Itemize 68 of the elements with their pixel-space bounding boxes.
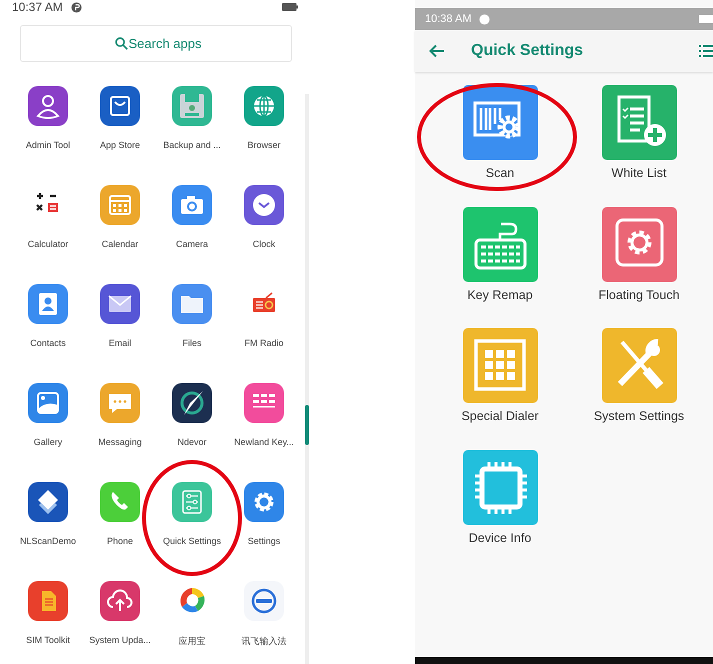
app-label[interactable]: Phone xyxy=(106,536,134,546)
phone-icon xyxy=(100,482,140,522)
clock-icon xyxy=(244,185,284,225)
ring-logo-icon xyxy=(244,581,284,621)
folder-icon xyxy=(172,284,212,324)
app-label[interactable]: Backup and ... xyxy=(163,140,221,150)
keyboard-icon xyxy=(462,206,538,282)
camera-icon xyxy=(172,185,212,225)
tile-label[interactable]: Key Remap xyxy=(467,288,533,302)
tile-label[interactable]: Special Dialer xyxy=(461,409,539,423)
app-label[interactable]: Browser xyxy=(247,140,280,150)
app-label[interactable]: Newland Key... xyxy=(234,437,294,447)
status-time: 10:37 AM xyxy=(12,0,63,14)
app-label[interactable]: Quick Settings xyxy=(162,536,222,546)
chip-icon xyxy=(462,450,538,524)
app-label[interactable]: 应用宝 xyxy=(178,635,206,648)
search-field[interactable]: Search apps xyxy=(20,25,292,62)
app-label[interactable]: Email xyxy=(108,338,132,348)
app-label[interactable]: Ndevor xyxy=(177,437,206,447)
compass-icon xyxy=(172,383,212,423)
chat-bubble-icon xyxy=(100,383,140,423)
gear-icon xyxy=(602,206,676,282)
contacts-icon xyxy=(28,284,68,324)
battery-icon xyxy=(699,15,713,23)
app-label[interactable]: Admin Tool xyxy=(26,140,70,150)
app-label[interactable]: FM Radio xyxy=(244,338,284,348)
globe-icon xyxy=(244,86,284,126)
status-circle-icon xyxy=(479,14,490,24)
search-icon xyxy=(115,37,128,50)
keyboard-icon xyxy=(244,383,284,423)
app-label[interactable]: Files xyxy=(182,338,202,348)
app-label[interactable]: SIM Toolkit xyxy=(26,635,70,645)
app-label[interactable]: Calendar xyxy=(102,239,138,249)
app-label[interactable]: Settings xyxy=(248,536,280,546)
barcode-gear-icon xyxy=(462,85,538,160)
app-label[interactable]: Calculator xyxy=(28,239,68,249)
tile-label[interactable]: White List xyxy=(612,166,666,180)
app-label[interactable]: System Upda... xyxy=(89,635,151,645)
tile-label[interactable]: Device Info xyxy=(468,530,532,544)
app-label[interactable]: Gallery xyxy=(34,437,62,447)
cloud-upload-icon xyxy=(100,581,140,621)
tile-label[interactable]: System Settings xyxy=(594,409,684,423)
checklist-icon xyxy=(602,85,676,160)
battery-icon xyxy=(282,3,298,11)
gear-icon xyxy=(244,482,284,522)
status-time: 10:38 AM xyxy=(425,13,472,25)
app-label[interactable]: NLScanDemo xyxy=(20,536,76,546)
keypad-icon xyxy=(462,328,538,403)
envelope-icon xyxy=(100,284,140,324)
app-label[interactable]: Messaging xyxy=(98,437,142,447)
scrollbar-thumb[interactable] xyxy=(305,405,309,445)
picture-icon xyxy=(28,383,68,423)
tile-label[interactable]: Floating Touch xyxy=(598,288,680,302)
app-label[interactable]: App Store xyxy=(100,140,140,150)
tools-icon xyxy=(602,328,676,403)
person-icon xyxy=(28,86,68,126)
sim-card-icon xyxy=(28,581,68,621)
tile-label[interactable]: Scan xyxy=(486,166,514,180)
app-label[interactable]: Contacts xyxy=(30,338,66,348)
sliders-icon xyxy=(172,482,212,522)
app-label[interactable]: Camera xyxy=(176,239,208,249)
screen-title: Quick Settings xyxy=(471,42,584,60)
calendar-icon xyxy=(100,185,140,225)
back-arrow-icon[interactable] xyxy=(429,44,445,58)
app-label[interactable]: Clock xyxy=(252,239,276,249)
shopping-bag-icon xyxy=(100,86,140,126)
list-icon[interactable] xyxy=(699,45,713,57)
app-label[interactable]: 讯飞输入法 xyxy=(242,635,286,648)
